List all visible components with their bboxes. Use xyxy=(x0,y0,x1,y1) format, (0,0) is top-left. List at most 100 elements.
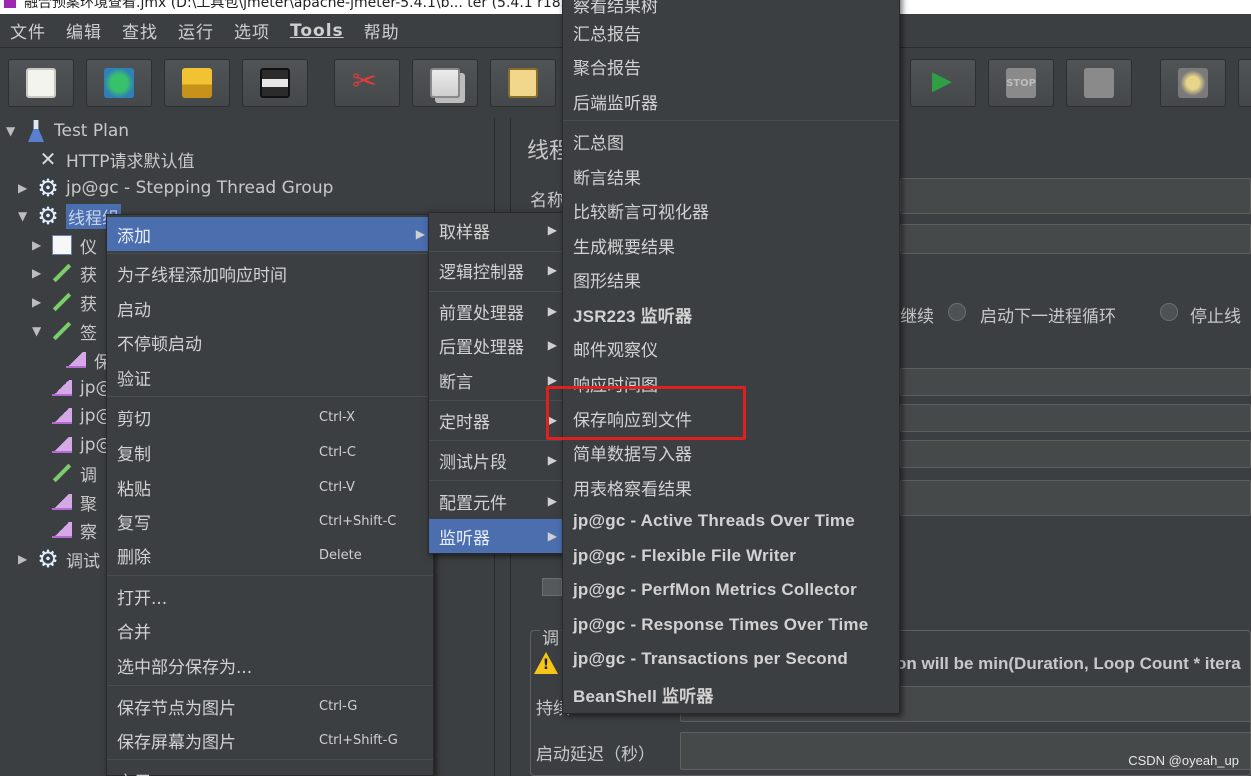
menu-item-aggregate-report[interactable]: 聚合报告 xyxy=(563,49,899,83)
menu-item-copy[interactable]: 复制 Ctrl-C xyxy=(107,435,433,469)
menu-item-save-node-image[interactable]: 保存节点为图片 Ctrl-G xyxy=(107,689,433,723)
menu-item-mailer-visualizer[interactable]: 邮件观察仪 xyxy=(563,331,899,365)
threads-field[interactable] xyxy=(900,368,1251,396)
menu-item-graph-results[interactable]: 图形结果 xyxy=(563,262,899,296)
menu-edit[interactable]: 编辑 xyxy=(56,18,112,43)
tree-item-stepping-thread-group[interactable]: ▶ ⚙ jp@gc - Stepping Thread Group xyxy=(18,174,333,202)
menu-item-post-processor[interactable]: 后置处理器 ▶ xyxy=(429,328,565,362)
menu-item-simple-data-writer[interactable]: 简单数据写入器 xyxy=(563,435,899,469)
menu-item-backend-listener[interactable]: 后端监听器 xyxy=(563,84,899,118)
menu-item-enable[interactable]: 启用 xyxy=(107,763,433,776)
menu-item-config-element[interactable]: 配置元件 ▶ xyxy=(429,484,565,518)
tree-item[interactable]: 调 xyxy=(32,459,97,487)
save-button[interactable] xyxy=(242,59,308,107)
tree-item[interactable]: ▶ 获 xyxy=(32,259,97,287)
radio-next-loop[interactable] xyxy=(948,303,966,321)
tree-item-debug[interactable]: ▶ ⚙ 调试 xyxy=(18,545,100,573)
expand-arrow-icon[interactable]: ▶ xyxy=(18,552,32,566)
menu-help[interactable]: 帮助 xyxy=(354,18,410,43)
menu-item-jsr223-listener[interactable]: JSR223 监听器 xyxy=(563,297,899,331)
menu-item-pre-processor[interactable]: 前置处理器 ▶ xyxy=(429,294,565,328)
menu-item-save-screen-image[interactable]: 保存屏幕为图片 Ctrl+Shift-G xyxy=(107,723,433,757)
menu-item-assertion[interactable]: 断言 ▶ xyxy=(429,363,565,397)
menu-item-save-selection-as[interactable]: 选中部分保存为... xyxy=(107,648,433,682)
expand-arrow-icon[interactable]: ▶ xyxy=(18,181,32,195)
same-user-field[interactable] xyxy=(900,480,1251,516)
tree-item[interactable]: jp@ xyxy=(32,431,113,459)
tree-item[interactable]: ▶ 获 xyxy=(32,288,97,316)
menu-item-merge[interactable]: 合并 xyxy=(107,613,433,647)
collapse-arrow-icon[interactable]: ▼ xyxy=(32,324,46,338)
name-field[interactable] xyxy=(900,178,1251,214)
tree-item[interactable]: 聚 xyxy=(32,488,97,516)
menu-file[interactable]: 文件 xyxy=(0,18,56,43)
menu-item-duplicate[interactable]: 复写 Ctrl+Shift-C xyxy=(107,504,433,538)
menu-item-summary-report[interactable]: 汇总报告 xyxy=(563,15,899,49)
expand-arrow-icon[interactable]: ▶ xyxy=(32,266,46,280)
cut-button[interactable] xyxy=(334,59,400,107)
clear-button[interactable] xyxy=(1160,59,1226,107)
menu-item-generate-summary-results[interactable]: 生成概要结果 xyxy=(563,228,899,262)
menu-item-sampler[interactable]: 取样器 ▶ xyxy=(429,213,565,247)
menu-tools[interactable]: Tools xyxy=(280,21,354,41)
menu-item-response-times-over-time[interactable]: jp@gc - Response Times Over Time xyxy=(563,608,899,642)
shutdown-button[interactable] xyxy=(1066,59,1132,107)
start-no-pause-button[interactable] xyxy=(910,59,976,107)
menu-item-save-responses-to-file[interactable]: 保存响应到文件 xyxy=(563,401,899,435)
collapse-arrow-icon[interactable]: ▼ xyxy=(6,124,20,138)
menu-item-listener[interactable]: 监听器 ▶ xyxy=(429,519,565,553)
expand-arrow-icon[interactable]: ▶ xyxy=(32,295,46,309)
menu-item-response-time-graph[interactable]: 响应时间图 xyxy=(563,366,899,400)
menu-item-paste[interactable]: 粘贴 Ctrl-V xyxy=(107,470,433,504)
menu-item-add[interactable]: 添加 ▶ xyxy=(107,217,433,251)
menu-item-timer[interactable]: 定时器 ▶ xyxy=(429,403,565,437)
open-button[interactable] xyxy=(164,59,230,107)
comments-field[interactable] xyxy=(900,224,1251,254)
menu-item-assertion-results[interactable]: 断言结果 xyxy=(563,159,899,193)
tree-item[interactable]: 保 xyxy=(46,346,111,374)
menu-item-cut[interactable]: 剪切 Ctrl-X xyxy=(107,400,433,434)
menu-run[interactable]: 运行 xyxy=(168,18,224,43)
new-button[interactable] xyxy=(8,59,74,107)
loop-count-field[interactable] xyxy=(900,440,1251,468)
menu-item-aggregate-graph[interactable]: 汇总图 xyxy=(563,124,899,158)
menu-item-add-response-time[interactable]: 为子线程添加响应时间 xyxy=(107,256,433,290)
rampup-field[interactable] xyxy=(900,404,1251,432)
menu-item-beanshell-listener[interactable]: BeanShell 监听器 xyxy=(563,677,899,711)
stop-button[interactable]: STOP xyxy=(988,59,1054,107)
menu-item-transactions-per-second[interactable]: jp@gc - Transactions per Second xyxy=(563,642,899,676)
menu-item-view-results-table[interactable]: 用表格察看结果 xyxy=(563,470,899,504)
menu-item-delete[interactable]: 删除 Delete xyxy=(107,538,433,572)
tree-item-http-defaults[interactable]: ✕ HTTP请求默认值 xyxy=(18,145,195,173)
next-toolbar-button[interactable] xyxy=(1238,59,1251,107)
menu-item-start-no-pause[interactable]: 不停顿启动 xyxy=(107,325,433,359)
tree-item-label: 获 xyxy=(80,265,97,286)
menu-item-perfmon-metrics-collector[interactable]: jp@gc - PerfMon Metrics Collector xyxy=(563,573,899,607)
tree-item[interactable]: jp@ xyxy=(32,374,113,402)
menu-item-logic-controller[interactable]: 逻辑控制器 ▶ xyxy=(429,253,565,287)
templates-button[interactable] xyxy=(86,59,152,107)
menu-item-start[interactable]: 启动 xyxy=(107,291,433,325)
tree-item[interactable]: ▶ 仪 xyxy=(32,231,97,259)
menu-item-test-fragment[interactable]: 测试片段 ▶ xyxy=(429,443,565,477)
radio-stop-thread[interactable] xyxy=(1160,303,1178,321)
menu-search[interactable]: 查找 xyxy=(112,18,168,43)
collapse-arrow-icon[interactable]: ▼ xyxy=(18,209,32,223)
delay-thread-checkbox[interactable] xyxy=(542,578,562,596)
menu-item-flexible-file-writer[interactable]: jp@gc - Flexible File Writer xyxy=(563,539,899,573)
menu-item-active-threads-over-time[interactable]: jp@gc - Active Threads Over Time xyxy=(563,504,899,538)
menu-item-comparison-assertion-visualizer[interactable]: 比较断言可视化器 xyxy=(563,193,899,227)
copy-button[interactable] xyxy=(412,59,478,107)
expand-arrow-icon[interactable]: ▶ xyxy=(32,238,46,252)
radio-continue-label: 继续 xyxy=(900,307,934,327)
paste-button[interactable] xyxy=(490,59,556,107)
tree-item[interactable]: jp@ xyxy=(32,402,113,430)
group-label: 调 xyxy=(540,624,561,649)
menu-item-open[interactable]: 打开... xyxy=(107,579,433,613)
tree-item-test-plan[interactable]: ▼ Test Plan xyxy=(6,117,129,145)
pipette-icon xyxy=(50,290,74,314)
tree-item[interactable]: 察 xyxy=(32,516,97,544)
tree-item[interactable]: ▼ 签 xyxy=(32,317,97,345)
menu-item-validate[interactable]: 验证 xyxy=(107,360,433,394)
menu-options[interactable]: 选项 xyxy=(224,18,280,43)
